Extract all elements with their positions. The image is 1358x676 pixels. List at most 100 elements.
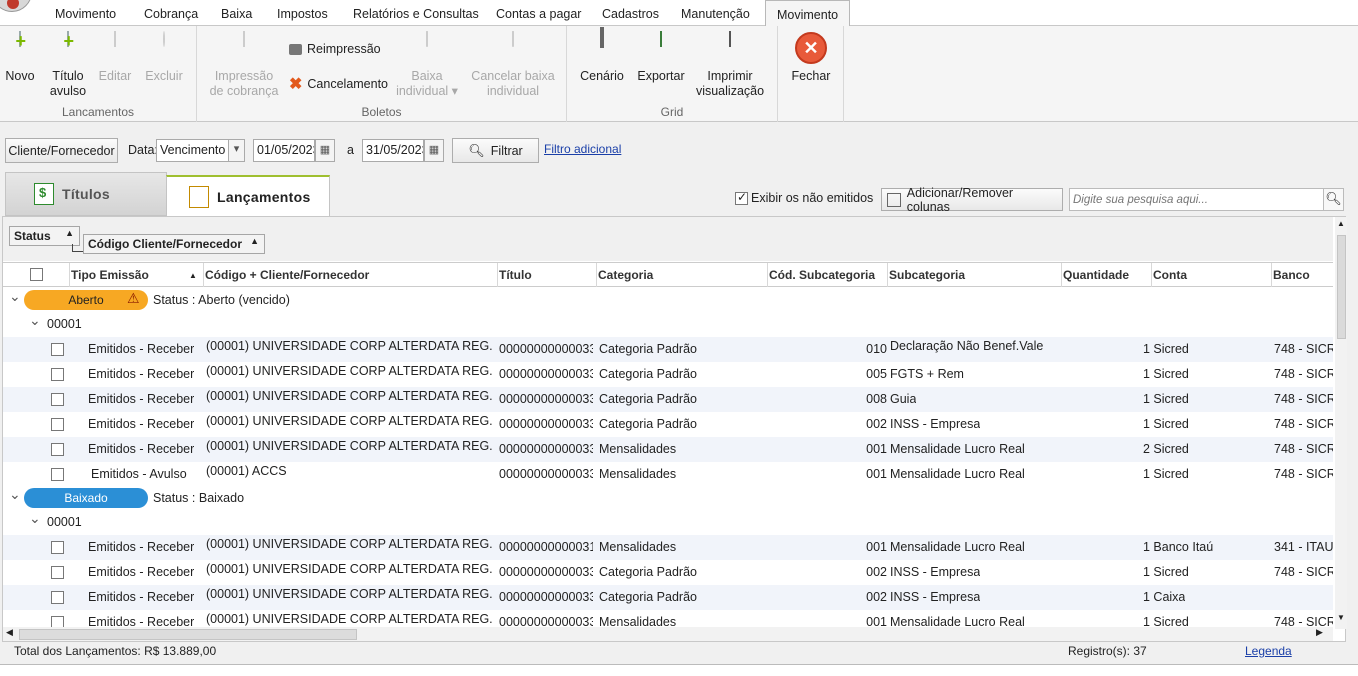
row-checkbox[interactable] — [51, 443, 64, 456]
list-document-icon — [189, 186, 209, 208]
col-categoria[interactable]: Categoria — [598, 268, 653, 282]
row-checkbox[interactable] — [51, 468, 64, 481]
menu-cobranca[interactable]: Cobrança — [144, 7, 198, 21]
filtrar-button[interactable]: 🔍︎ Filtrar — [452, 138, 539, 163]
cliente-cell: (00001) UNIVERSIDADE CORP ALTERDATA REG.… — [206, 562, 494, 576]
groupby-codigo-cliente[interactable]: Código Cliente/Fornecedor ▲ — [83, 234, 265, 254]
table-row[interactable]: Emitidos - Receber (00001) UNIVERSIDADE C… — [3, 560, 1333, 585]
chevron-down-icon[interactable]: ⌄ — [9, 486, 21, 503]
conta-cell: 1 Sicred — [1143, 342, 1189, 356]
tab-titulos[interactable]: $ Títulos — [5, 172, 167, 216]
exibir-nao-emitidos-checkbox[interactable]: ✓ — [735, 190, 748, 205]
col-titulo[interactable]: Título — [499, 268, 532, 282]
select-all-checkbox[interactable] — [30, 268, 43, 281]
chevron-down-icon[interactable]: ▾ — [228, 139, 245, 162]
data-tipo-select[interactable]: Vencimento — [156, 139, 229, 162]
table-row[interactable]: Emitidos - Receber (00001) UNIVERSIDADE C… — [3, 437, 1333, 462]
vertical-scroll-thumb[interactable] — [1337, 235, 1346, 339]
app-menu-button[interactable] — [0, 0, 32, 12]
cancelar-baixa-button[interactable]: Cancelar baixa individual — [469, 31, 557, 99]
tab-lancamentos[interactable]: Lançamentos — [166, 175, 330, 217]
calendar-icon[interactable]: ▦ — [424, 139, 444, 162]
excluir-button[interactable]: Excluir — [142, 31, 186, 84]
col-banco[interactable]: Banco — [1273, 268, 1310, 282]
table-row[interactable]: Emitidos - Receber (00001) UNIVERSIDADE C… — [3, 387, 1333, 412]
status-group-row[interactable]: ⌄ Aberto ⚠ Status : Aberto (vencido) — [3, 288, 1333, 313]
date-to-input[interactable]: 31/05/2023 — [362, 139, 424, 162]
cancelamento-button[interactable]: ✖ Cancelamento — [289, 74, 388, 94]
exportar-button[interactable]: Exportar — [635, 31, 687, 84]
col-conta[interactable]: Conta — [1153, 268, 1187, 282]
table-row[interactable]: Emitidos - Receber (00001) UNIVERSIDADE C… — [3, 337, 1333, 362]
scroll-up-icon[interactable]: ▲ — [1337, 219, 1345, 228]
row-checkbox[interactable] — [51, 566, 64, 579]
horizontal-scroll-thumb[interactable] — [19, 629, 357, 640]
horizontal-scrollbar[interactable]: ◀ ▶ — [3, 627, 1333, 641]
col-codigo-cliente[interactable]: Código + Cliente/Fornecedor — [205, 268, 369, 282]
client-group-row[interactable]: ⌄ 00001 — [3, 510, 1333, 535]
groupby-status[interactable]: Status ▲ — [9, 226, 80, 246]
impressao-cobranca-button[interactable]: Impressão de cobrança — [209, 31, 279, 99]
menu-impostos[interactable]: Impostos — [277, 7, 328, 21]
col-quantidade[interactable]: Quantidade — [1063, 268, 1129, 282]
menu-cadastros[interactable]: Cadastros — [602, 7, 659, 21]
scroll-down-icon[interactable]: ▼ — [1337, 613, 1345, 622]
row-checkbox[interactable] — [51, 541, 64, 554]
scroll-left-icon[interactable]: ◀ — [6, 627, 13, 638]
table-row[interactable]: Emitidos - Receber (00001) UNIVERSIDADE C… — [3, 585, 1333, 610]
novo-button[interactable]: + Novo — [2, 31, 38, 84]
user-remove-icon — [499, 31, 527, 66]
banco-cell: 748 - SICRED — [1274, 467, 1333, 481]
menu-baixa[interactable]: Baixa — [221, 7, 252, 21]
row-checkbox[interactable] — [51, 393, 64, 406]
row-checkbox[interactable] — [51, 368, 64, 381]
cliente-fornecedor-button[interactable]: Cliente/Fornecedor — [5, 138, 118, 163]
table-row[interactable]: Emitidos - Receber (00001) UNIVERSIDADE C… — [3, 610, 1333, 628]
cliente-cell: (00001) UNIVERSIDADE CORP ALTERDATA REG.… — [206, 612, 494, 626]
categoria-cell: Categoria Padrão — [599, 565, 697, 579]
chevron-down-icon[interactable]: ⌄ — [29, 312, 41, 329]
menu-manutencao[interactable]: Manutenção — [681, 7, 750, 21]
col-tipo-emissao[interactable]: Tipo Emissão — [71, 268, 149, 282]
table-row[interactable]: Emitidos - Receber (00001) UNIVERSIDADE C… — [3, 535, 1333, 560]
search-input[interactable] — [1069, 188, 1324, 211]
date-from-input[interactable]: 01/05/2023 — [253, 139, 315, 162]
calendar-icon[interactable]: ▦ — [315, 139, 335, 162]
legenda-link[interactable]: Legenda — [1245, 644, 1292, 658]
table-row[interactable]: Emitidos - Receber (00001) UNIVERSIDADE C… — [3, 412, 1333, 437]
scroll-right-icon[interactable]: ▶ — [1316, 627, 1323, 638]
client-group-row[interactable]: ⌄ 00001 — [3, 312, 1333, 337]
search-icon[interactable]: 🔍︎ — [1323, 188, 1344, 211]
adicionar-remover-colunas-button[interactable]: Adicionar/Remover colunas — [881, 186, 1063, 214]
menu-movimento-active[interactable]: Movimento — [765, 0, 851, 27]
menu-movimento[interactable]: Movimento — [55, 7, 116, 21]
imprimir-visualizacao-button[interactable]: Imprimir visualização — [693, 31, 767, 99]
row-checkbox[interactable] — [51, 343, 64, 356]
table-row[interactable]: Emitidos - Receber (00001) UNIVERSIDADE C… — [3, 362, 1333, 387]
vertical-scrollbar[interactable]: ▲ ▼ — [1335, 217, 1347, 629]
chevron-down-icon[interactable]: ⌄ — [9, 288, 21, 305]
titulo-cell: 000000000000338 — [499, 442, 593, 456]
row-checkbox[interactable] — [51, 591, 64, 604]
subcategoria-cell: Mensalidade Lucro Real — [890, 442, 1025, 456]
titulo-avulso-button[interactable]: + Título avulso — [46, 31, 90, 99]
row-checkbox[interactable] — [51, 418, 64, 431]
categoria-cell: Mensalidades — [599, 442, 677, 456]
tipo-emissao-cell: Emitidos - Receber — [88, 590, 195, 604]
baixa-individual-button[interactable]: Baixa individual ▾ — [391, 31, 463, 99]
cenario-button[interactable]: Cenário — [579, 27, 625, 84]
group-by-panel: Status ▲ Código Cliente/Fornecedor ▲ — [3, 217, 1333, 261]
banco-cell: 748 - SICRED — [1274, 342, 1333, 356]
titulo-cell: 000000000000339 — [499, 565, 593, 579]
table-row[interactable]: Emitidos - Avulso (00001) ACCS 00000000000… — [3, 462, 1333, 487]
menu-contas-a-pagar[interactable]: Contas a pagar — [496, 7, 581, 21]
fechar-button[interactable]: ✕ Fechar — [788, 32, 834, 84]
menu-relatorios[interactable]: Relatórios e Consultas — [353, 7, 479, 21]
reimpressao-button[interactable]: Reimpressão — [289, 42, 381, 56]
chevron-down-icon[interactable]: ⌄ — [29, 510, 41, 527]
status-group-row[interactable]: ⌄ Baixado Status : Baixado — [3, 486, 1333, 511]
editar-button[interactable]: Editar — [96, 31, 134, 84]
col-cod-subcategoria[interactable]: Cód. Subcategoria — [769, 268, 875, 282]
col-subcategoria[interactable]: Subcategoria — [889, 268, 965, 282]
filtro-adicional-link[interactable]: Filtro adicional — [544, 142, 621, 156]
